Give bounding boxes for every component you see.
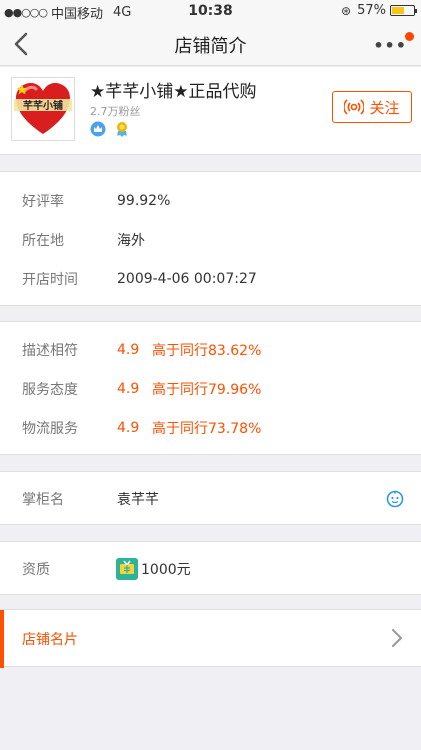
opened-row: 开店时间 2009-4-06 00:07:27 [0,259,421,298]
opened-label: 开店时间 [22,271,78,288]
shop-name: ★芊芊小铺★正品代购 [90,82,257,102]
score-row: 服务态度 4.9 高于同行79.96% [0,369,421,408]
qualification-row: 资质 1000元 [0,549,421,588]
score-compare: 高于同行73.78% [152,420,262,437]
score-value: 4.9 [117,419,140,436]
chat-icon[interactable] [386,490,404,508]
score-row: 物流服务 4.9 高于同行73.78% [0,408,421,447]
chevron-right-icon [392,629,402,647]
shop-logo[interactable]: 芊芊小铺 [11,77,75,141]
rating-row: 好评率 99.92% [0,181,421,220]
follow-label: 关注 [369,98,400,117]
fans-count: 2.7万粉丝 [90,105,141,118]
score-compare: 高于同行79.96% [152,381,262,398]
score-label: 服务态度 [22,381,78,398]
status-bar: ●●○○○ 中国移动 4G 10:38 ⊛ 57% [0,0,421,22]
battery-percent: 57% [357,3,386,18]
location-value: 海外 [117,232,145,249]
owner-label: 掌柜名 [22,491,64,508]
qualification-card: 资质 1000元 [0,541,421,595]
score-compare: 高于同行83.62% [152,342,262,359]
follow-button[interactable]: 关注 [332,91,412,123]
owner-card: 掌柜名 袁芊芊 [0,471,421,525]
deposit-icon [116,557,138,580]
status-right: ⊛ 57% [341,3,417,18]
owner-value: 袁芊芊 [117,491,159,508]
shop-header: 芊芊小铺 ★芊芊小铺★正品代购 2.7万粉丝 关注 [0,67,421,155]
nav-bar: 店铺简介 ••• [0,22,421,66]
battery-fill [392,7,404,14]
accent-bar [0,610,4,668]
score-label: 物流服务 [22,420,78,437]
crown-badge-icon[interactable] [90,121,106,137]
score-label: 描述相符 [22,342,78,359]
broadcast-icon [344,99,365,115]
battery-icon [390,5,417,16]
notification-dot [405,32,414,41]
location-label: 所在地 [22,232,64,249]
heart-logo-icon: 芊芊小铺 [14,83,72,134]
business-card-link[interactable]: 店铺名片 [0,609,421,668]
qualification-value: 1000元 [141,561,191,578]
qualification-label: 资质 [22,561,50,578]
more-icon[interactable]: ••• [373,36,407,55]
shop-scores-card: 描述相符 4.9 高于同行83.62% 服务态度 4.9 高于同行79.96% … [0,321,421,455]
score-row: 描述相符 4.9 高于同行83.62% [0,330,421,369]
shop-badges [90,121,130,137]
score-value: 4.9 [117,341,140,358]
location-row: 所在地 海外 [0,220,421,259]
rating-value: 99.92% [117,192,171,209]
shop-info-card: 好评率 99.92% 所在地 海外 开店时间 2009-4-06 00:07:2… [0,171,421,306]
medal-badge-icon[interactable] [114,121,130,137]
rating-label: 好评率 [22,193,64,210]
opened-value: 2009-4-06 00:07:27 [117,270,257,287]
business-card-label: 店铺名片 [22,632,78,648]
page-title: 店铺简介 [174,36,247,57]
owner-row: 掌柜名 袁芊芊 [0,479,421,518]
rotation-lock-icon: ⊛ [341,3,352,18]
logo-text: 芊芊小铺 [23,99,63,112]
score-value: 4.9 [117,380,140,397]
